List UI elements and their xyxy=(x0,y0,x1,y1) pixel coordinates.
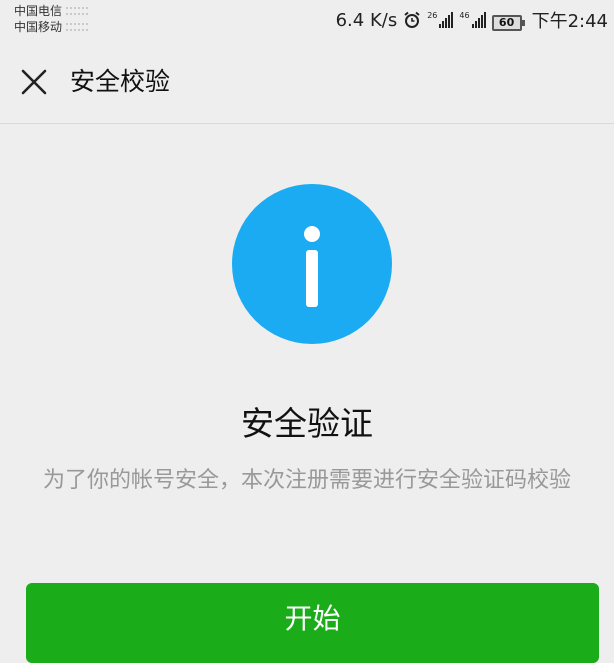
carrier-1-label: 中国电信 xyxy=(14,4,63,18)
carrier-info: 中国电信 中国移动 xyxy=(14,3,89,35)
security-heading: 安全验证 xyxy=(241,404,373,443)
signal-1-label: 26 xyxy=(427,11,438,20)
status-bar: 中国电信 中国移动 6.4 K/s 26 46 60 下午2:44 xyxy=(0,0,614,40)
network-speed: 6.4 K/s xyxy=(335,9,398,31)
alarm-clock-icon xyxy=(403,11,421,29)
battery-indicator: 60 xyxy=(491,10,525,31)
title-bar: 安全校验 xyxy=(0,40,614,124)
carrier-row-2: 中国移动 xyxy=(14,19,89,35)
carrier-1-signal-icon xyxy=(66,7,89,15)
signal-1-icon: 26 xyxy=(427,11,454,28)
carrier-row-1: 中国电信 xyxy=(14,3,89,19)
status-indicators: 6.4 K/s 26 46 60 下午2:44 xyxy=(330,6,608,34)
carrier-2-label: 中国移动 xyxy=(14,20,63,34)
signal-2-icon: 46 xyxy=(459,11,486,28)
page-title: 安全校验 xyxy=(70,67,171,96)
signal-2-label: 46 xyxy=(459,11,470,20)
security-description: 为了你的帐号安全，本次注册需要进行安全验证码校验 xyxy=(42,468,571,493)
start-button[interactable]: 开始 xyxy=(26,583,599,663)
battery-icon: 60 xyxy=(491,14,525,31)
info-icon xyxy=(232,184,392,344)
status-time: 下午2:44 xyxy=(531,11,608,32)
close-icon[interactable] xyxy=(18,66,50,98)
carrier-2-signal-icon xyxy=(66,23,89,31)
